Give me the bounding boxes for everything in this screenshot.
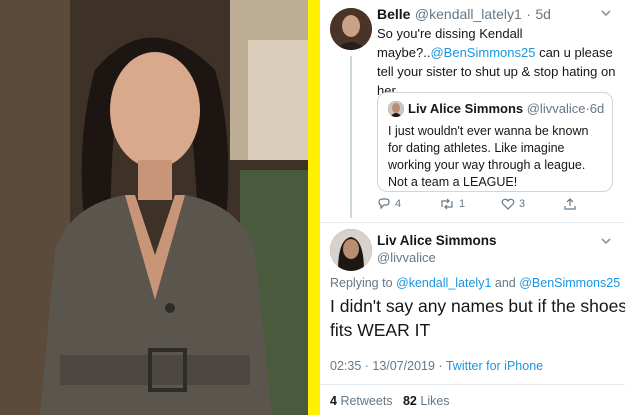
engagement-row: 4 Retweets 82 Likes [330,394,450,408]
replying-to: Replying to @kendall_lately1 and @BenSim… [330,276,620,290]
mention-link[interactable]: @BenSimmons25 [430,45,535,60]
photo-panel [0,0,308,415]
quoted-header: Liv Alice Simmons @livvalice·6d [408,101,604,116]
yellow-divider [308,0,320,415]
belle-avatar[interactable] [330,8,372,50]
source-link[interactable]: Twitter for iPhone [446,359,543,373]
like-action[interactable]: 3 [501,197,525,211]
divider [320,384,625,385]
belle-avatar-image [330,8,372,50]
retweet-icon [441,198,453,210]
divider [320,222,625,223]
quoted-text-line: for dating athletes. Like imagine [388,141,565,155]
main-tweet-line: fits WEAR IT [330,320,431,340]
quoted-time: 6d [589,101,605,116]
replying-user-link[interactable]: @BenSimmons25 [519,276,620,290]
retweet-action[interactable]: 1 [439,197,465,211]
reply-header: Belle @kendall_lately1 · 5d [377,6,617,24]
main-author-handle[interactable]: @livvalice [377,250,497,265]
quoted-author-handle: @livvalice [526,101,586,116]
reply-actions: 4 1 3 [377,197,613,215]
share-action[interactable] [563,197,577,211]
reply-text-fragment: maybe?.. [377,45,431,60]
portrait-photo [0,0,308,415]
reply-action[interactable]: 4 [377,197,401,211]
reply-text-fragment: can u please [535,45,613,60]
main-author-name[interactable]: Liv Alice Simmons [377,233,497,248]
liv-avatar[interactable] [330,229,372,271]
like-count: 3 [519,198,526,210]
retweets-label: Retweets [340,394,393,408]
quoted-text-line: working your way through a league. [388,158,586,172]
reply-text: So you're dissing Kendall maybe?..@BenSi… [377,24,617,100]
reply-text-line: maybe?..@BenSimmons25 can u please [377,43,617,62]
likes-count: 82 [402,394,417,408]
quoted-text-line: Not a team a LEAGUE! [388,175,518,189]
likes-stat[interactable]: 82 Likes [403,394,450,408]
liv-avatar-image [330,229,372,271]
timestamp-row: 02:35 · 13/07/2019 · Twitter for iPhone [330,359,543,373]
timestamp[interactable]: 02:35 · 13/07/2019 · [330,359,446,373]
quoted-tweet-card[interactable]: Liv Alice Simmons @livvalice·6d I just w… [377,92,613,192]
retweets-count: 4 [330,394,337,408]
replying-and: and [491,276,520,290]
tweet-panel: Belle @kendall_lately1 · 5d So you're di… [320,0,625,415]
replying-prefix: Replying to [330,276,397,290]
likes-label: Likes [420,394,450,408]
retweets-stat[interactable]: 4 Retweets [330,394,396,408]
reply-time-sep: · [526,6,531,22]
quoted-avatar [388,101,404,117]
main-tweet-text: I didn't say any names but if the shoes … [330,294,625,342]
quoted-author-name: Liv Alice Simmons [408,101,524,116]
chevron-down-icon[interactable] [599,234,613,248]
main-author: Liv Alice Simmons @livvalice [377,233,497,265]
quoted-text-line: I just wouldn't ever wanna be known [388,124,589,138]
chevron-down-icon[interactable] [599,6,613,20]
reply-icon [378,198,390,210]
share-icon [564,198,576,210]
retweet-count: 1 [459,198,466,210]
reply-author-name[interactable]: Belle [377,6,410,22]
replying-user-link[interactable]: @kendall_lately1 [396,276,491,290]
reply-author-handle[interactable]: @kendall_lately1 [415,6,522,22]
heart-icon [501,198,515,210]
reply-text-line: tell your sister to shut up & stop hatin… [377,64,616,79]
thread-line [350,56,352,218]
main-tweet-line: I didn't say any names but if the shoes [330,296,625,316]
reply-time[interactable]: 5d [535,6,551,22]
reply-text-line: So you're dissing Kendall [377,26,523,41]
reply-count: 4 [395,198,402,210]
quoted-text: I just wouldn't ever wanna be known for … [388,123,588,191]
